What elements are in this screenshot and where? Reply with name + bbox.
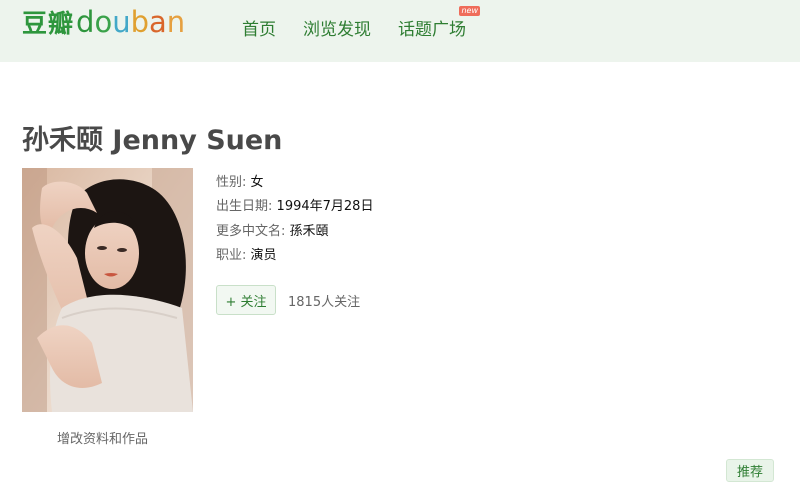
recommend-button[interactable]: 推荐 bbox=[726, 459, 774, 482]
person-photo-icon bbox=[22, 168, 193, 412]
edit-info-link[interactable]: 增改资料和作品 bbox=[57, 428, 148, 447]
info-gender: 性别: 女 bbox=[216, 175, 264, 190]
nav-topics-label: 话题广场 bbox=[398, 20, 466, 40]
main-nav: 首页 浏览发现 话题广场 new bbox=[242, 6, 493, 40]
logo-english-text: douban bbox=[76, 5, 186, 39]
nav-explore[interactable]: 浏览发现 bbox=[303, 15, 371, 40]
follow-button[interactable]: + 关注 bbox=[216, 285, 276, 315]
top-nav-bar: 豆瓣 douban 首页 浏览发现 话题广场 new bbox=[0, 0, 800, 62]
follower-count: 1815人关注 bbox=[288, 295, 361, 310]
info-birthdate: 出生日期: 1994年7月28日 bbox=[216, 199, 374, 215]
nav-home[interactable]: 首页 bbox=[242, 15, 276, 40]
info-other-chinese-names: 更多中文名: 孫禾頤 bbox=[216, 223, 329, 239]
new-badge: new bbox=[459, 6, 480, 16]
person-photo[interactable] bbox=[22, 168, 193, 412]
info-occupation: 职业: 演员 bbox=[216, 247, 277, 263]
person-info: 性别: 女 出生日期: 1994年7月28日 更多中文名: 孫禾頤 职业: 演员 bbox=[216, 171, 373, 268]
logo-chinese-text: 豆瓣 bbox=[22, 9, 75, 38]
douban-logo[interactable]: 豆瓣 douban bbox=[22, 4, 185, 44]
page-title: 孙禾颐 Jenny Suen bbox=[22, 125, 283, 156]
nav-topics[interactable]: 话题广场 new bbox=[398, 6, 480, 40]
